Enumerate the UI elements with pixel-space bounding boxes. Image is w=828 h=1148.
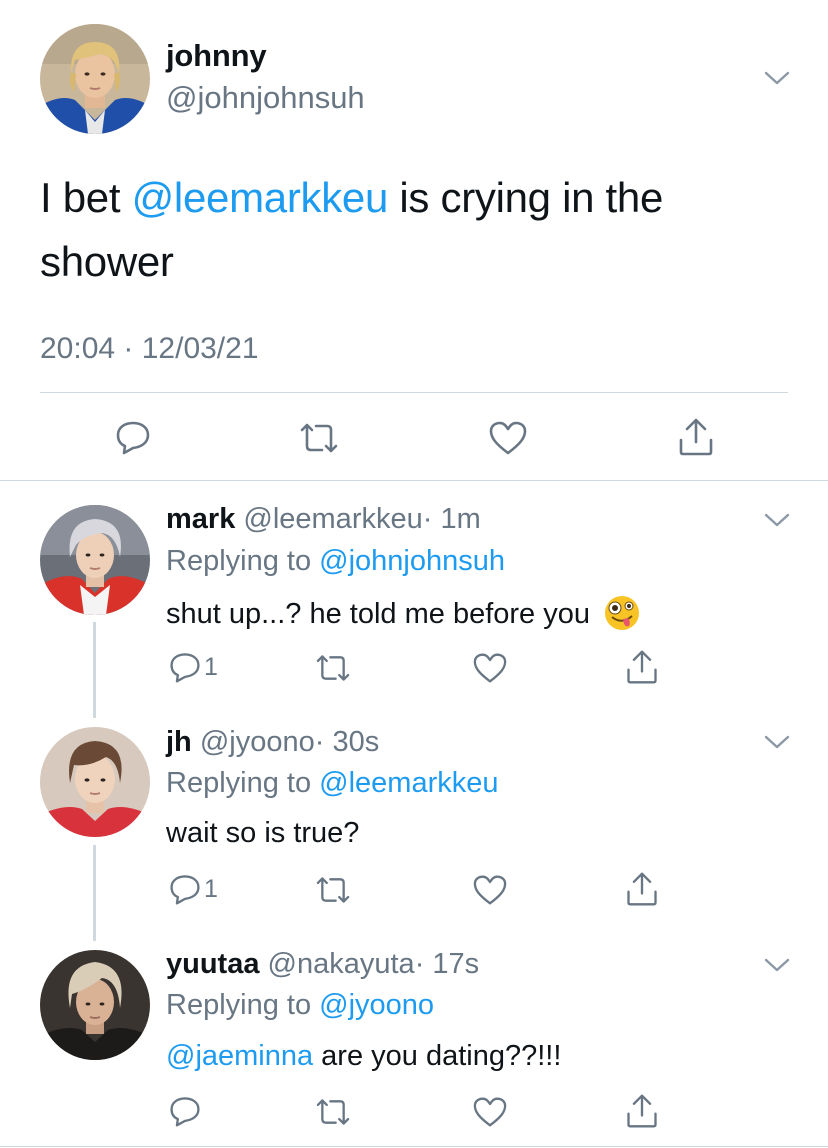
reply-author-handle[interactable]: @jyoono [200,726,315,758]
chevron-down-icon[interactable] [762,955,792,975]
reply-author-name[interactable]: yuutaa [166,948,259,980]
reply-text-body: shut up...? he told me before you [166,598,590,630]
like-icon [473,1097,507,1127]
retweet-button[interactable] [314,652,352,684]
tweet-text: I bet @leemarkkeu is crying in the showe… [40,166,780,294]
author-handle[interactable]: @johnjohnsuh [166,80,365,116]
share-button[interactable] [624,648,660,686]
retweet-button[interactable] [314,874,352,906]
avatar-johnny[interactable] [40,24,150,134]
reply-header: mark @leemarkkeu· 1m [166,503,481,536]
reply-text: shut up...? he told me before you [166,595,640,631]
chevron-down-icon[interactable] [762,510,792,530]
reply-text: @jaeminna are you dating??!!! [166,1040,561,1073]
replying-to-line: Replying to @johnjohnsuh [166,545,505,578]
tweet-text-start: I bet [40,174,132,221]
reply-button[interactable]: 1 [168,872,218,906]
reply-author-handle[interactable]: @nakayuta [268,948,415,980]
reply-count: 1 [204,874,218,903]
share-button[interactable] [624,870,660,908]
reply-icon [170,875,200,905]
divider [0,480,828,481]
share-icon [627,872,657,906]
like-button[interactable] [472,1096,508,1128]
replying-to-label: Replying to [166,545,320,577]
like-button[interactable] [472,874,508,906]
retweet-button[interactable] [314,1096,352,1128]
divider [0,1146,828,1147]
retweet-button[interactable] [298,420,340,456]
share-icon [627,1094,657,1128]
chevron-down-icon[interactable] [762,732,792,752]
tweet-timestamp[interactable]: 20:04 · 12/03/21 [40,332,259,366]
reply-icon [116,421,150,455]
mention-link[interactable]: @jaeminna [166,1040,313,1072]
retweet-icon [316,655,350,681]
replying-to-line: Replying to @jyoono [166,989,434,1022]
reply-text: wait so is true? [166,817,360,849]
reply-author-name[interactable]: mark [166,503,235,535]
replying-to-mention[interactable]: @jyoono [319,989,434,1021]
like-icon [473,653,507,683]
retweet-icon [316,877,350,903]
like-icon [473,875,507,905]
thread-line [93,845,96,941]
like-button[interactable] [488,420,528,456]
avatar-mark[interactable] [40,505,150,615]
reply-count: 1 [204,652,218,681]
reply-time[interactable]: · 1m [423,503,481,535]
chevron-down-icon[interactable] [762,68,792,88]
share-icon [679,418,713,456]
zany-face-emoji [604,595,640,631]
share-button[interactable] [676,416,716,458]
avatar-jh[interactable] [40,727,150,837]
mention-link[interactable]: @leemarkkeu [132,174,389,221]
thread-line [93,622,96,718]
avatar-yuutaa[interactable] [40,950,150,1060]
replying-to-label: Replying to [166,989,320,1021]
reply-header: jh @jyoono· 30s [166,726,379,759]
reply-header: yuutaa @nakayuta· 17s [166,948,479,981]
divider [40,392,788,393]
like-button[interactable] [472,652,508,684]
replying-to-mention[interactable]: @leemarkkeu [319,767,498,799]
retweet-icon [300,423,338,453]
reply-text-body: are you dating??!!! [313,1040,562,1072]
reply-icon [170,1097,200,1127]
retweet-icon [316,1099,350,1125]
replying-to-line: Replying to @leemarkkeu [166,767,499,800]
reply-author-handle[interactable]: @leemarkkeu [243,503,422,535]
reply-button[interactable]: 1 [168,650,218,684]
reply-button[interactable] [168,1094,204,1128]
author-name[interactable]: johnny [166,38,267,74]
reply-time[interactable]: · 30s [315,726,379,758]
share-button[interactable] [624,1092,660,1130]
replying-to-label: Replying to [166,767,320,799]
like-icon [489,421,527,455]
reply-author-name[interactable]: jh [166,726,192,758]
replying-to-mention[interactable]: @johnjohnsuh [319,545,505,577]
reply-time[interactable]: · 17s [415,948,479,980]
reply-button[interactable] [114,418,152,456]
share-icon [627,650,657,684]
reply-icon [170,653,200,683]
